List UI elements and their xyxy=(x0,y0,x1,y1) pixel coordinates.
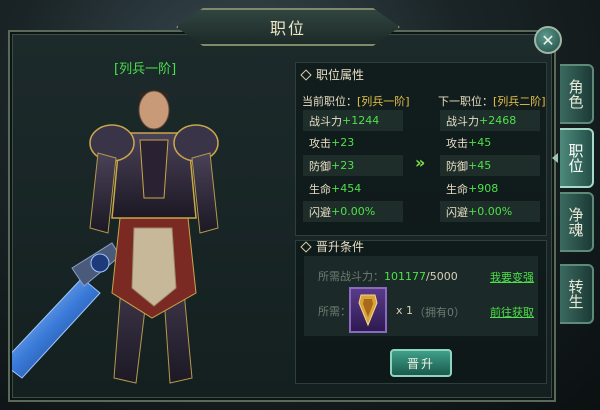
character-model-image xyxy=(12,90,219,384)
current-rank-value: [列兵一阶] xyxy=(357,95,410,108)
tab-soul-purify[interactable]: 净魂 xyxy=(560,192,594,252)
next-rank-header: 下一职位：[列兵二阶] xyxy=(438,93,546,109)
stat-value: +45 xyxy=(468,159,492,172)
stat-name: 防御 xyxy=(446,159,468,173)
stat-name: 攻击 xyxy=(446,136,468,150)
diamond-icon xyxy=(300,240,312,253)
tab-rank[interactable]: 职位 xyxy=(560,128,594,188)
dialog-title: 职位 xyxy=(269,19,306,38)
required-item-slot[interactable] xyxy=(349,287,387,333)
requirements-section-title-text: 晋升条件 xyxy=(316,240,365,254)
next-stat-row: 战斗力 +2468 xyxy=(440,110,540,131)
current-rank-header: 当前职位：[列兵一阶] xyxy=(302,93,410,109)
stat-value: +23 xyxy=(331,136,355,149)
stat-name: 攻击 xyxy=(309,136,331,150)
upgrade-arrow-icon: » xyxy=(415,153,425,172)
item-requirement-label: 所需： xyxy=(318,305,351,318)
stat-value: +0.00% xyxy=(331,205,376,218)
stat-name: 闪避 xyxy=(309,205,331,219)
current-stat-row: 战斗力 +1244 xyxy=(303,110,403,131)
stat-value: +2468 xyxy=(479,114,517,127)
attributes-section-title-text: 职位属性 xyxy=(316,68,365,82)
diamond-icon xyxy=(300,68,312,81)
current-stat-row: 防御 +23 xyxy=(303,155,403,176)
promote-button[interactable]: 晋升 xyxy=(390,349,452,377)
next-stat-row: 攻击 +45 xyxy=(440,132,540,153)
stat-value: +908 xyxy=(468,182,499,195)
character-rank-label: [列兵一阶] xyxy=(114,62,177,77)
next-stat-row: 生命 +908 xyxy=(440,178,540,199)
stat-value: +454 xyxy=(331,182,362,195)
current-stat-row: 生命 +454 xyxy=(303,178,403,199)
stat-value: +23 xyxy=(331,159,355,172)
next-stat-row: 防御 +45 xyxy=(440,155,540,176)
badge-item-icon xyxy=(358,294,378,327)
close-button[interactable]: ✕ xyxy=(534,26,562,54)
dialog-title-bar: 职位 xyxy=(176,8,400,46)
current-stat-row: 攻击 +23 xyxy=(303,132,403,153)
tab-rebirth[interactable]: 转生 xyxy=(560,264,594,324)
power-requirement-label: 所需战斗力： xyxy=(318,270,384,283)
tab-character[interactable]: 角色 xyxy=(560,64,594,124)
stat-value: +0.00% xyxy=(468,205,513,218)
current-stat-row: 闪避 +0.00% xyxy=(303,201,403,222)
current-rank-label: 当前职位： xyxy=(302,95,357,108)
next-stat-row: 闪避 +0.00% xyxy=(440,201,540,222)
stat-name: 生命 xyxy=(446,182,468,196)
stat-name: 战斗力 xyxy=(446,114,479,128)
stat-name: 战斗力 xyxy=(309,114,342,128)
power-requirement: 所需战斗力：101177/5000 xyxy=(318,268,458,284)
item-owned-count: （拥有0） xyxy=(414,306,465,319)
stat-value: +45 xyxy=(468,136,492,149)
close-icon: ✕ xyxy=(541,30,555,50)
next-rank-value: [列兵二阶] xyxy=(493,95,546,108)
stat-name: 防御 xyxy=(309,159,331,173)
stat-name: 闪避 xyxy=(446,205,468,219)
go-obtain-link[interactable]: 前往获取 xyxy=(490,304,534,320)
power-required-value: /5000 xyxy=(426,270,458,283)
next-rank-label: 下一职位： xyxy=(438,95,493,108)
get-stronger-link[interactable]: 我要变强 xyxy=(490,269,534,285)
stat-name: 生命 xyxy=(309,182,331,196)
power-current-value: 101177 xyxy=(384,270,426,283)
item-required-count: x 1 xyxy=(396,304,414,317)
attributes-section-title: 职位属性 xyxy=(300,66,365,83)
stat-value: +1244 xyxy=(342,114,380,127)
character-preview: [列兵一阶] xyxy=(12,48,287,393)
active-tab-pointer xyxy=(552,153,558,163)
requirements-section-title: 晋升条件 xyxy=(300,238,365,255)
